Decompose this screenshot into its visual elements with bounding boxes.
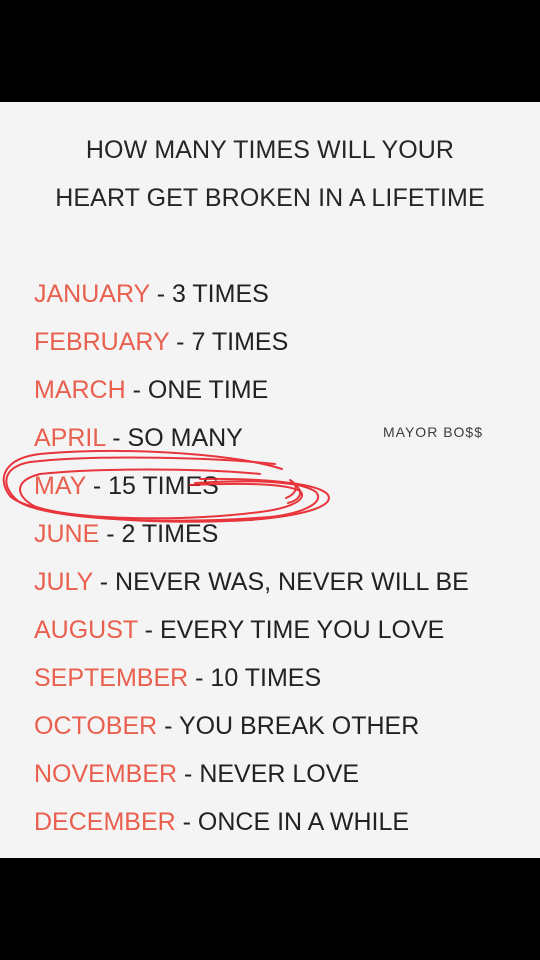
red-circle-scribble xyxy=(2,449,330,523)
meme-card: HOW MANY TIMES WILL YOUR HEART GET BROKE… xyxy=(0,102,540,858)
